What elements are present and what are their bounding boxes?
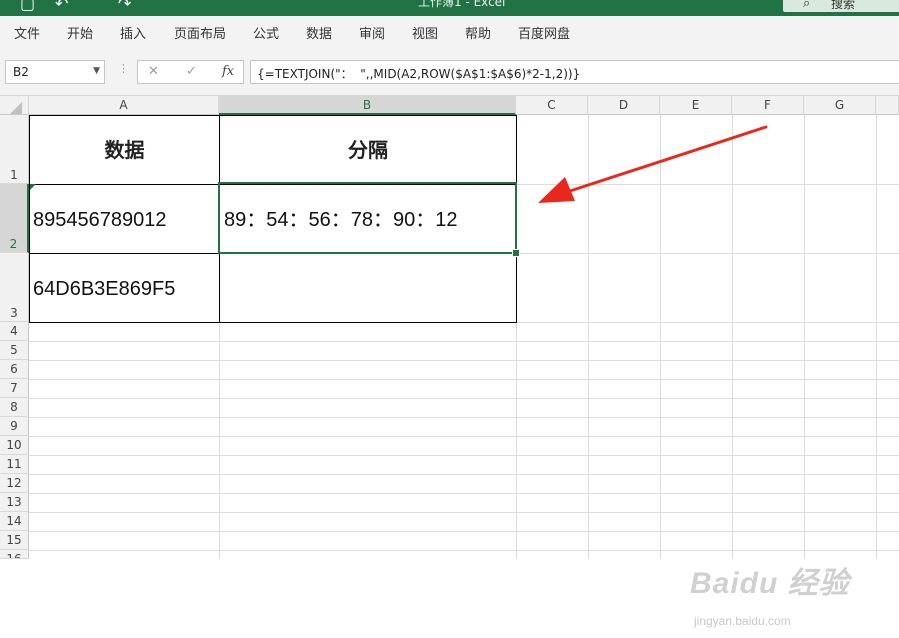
formula-buttons: ✕ ✓ fx [137, 60, 244, 84]
row-header-5[interactable]: 5 [0, 341, 29, 360]
row-header-12[interactable]: 12 [0, 474, 29, 493]
tab-page-layout[interactable]: 页面布局 [174, 23, 226, 42]
gridline [29, 398, 899, 399]
row-number: 3 [10, 306, 18, 320]
name-box[interactable]: B2 ▼ [5, 60, 105, 84]
tab-help[interactable]: 帮助 [465, 23, 491, 42]
formula-bar-row: B2 ▼ ⋮ ✕ ✓ fx {=TEXTJOIN("： ",,MID(A2,RO… [0, 48, 899, 96]
watermark-logo: Baidu 经验 [690, 567, 850, 600]
tab-file[interactable]: 文件 [14, 23, 40, 42]
fill-handle[interactable] [512, 249, 520, 257]
row-header-10[interactable]: 10 [0, 436, 29, 455]
gridline [29, 379, 899, 380]
column-header-d[interactable]: D [588, 96, 660, 115]
gridline [29, 360, 899, 361]
tab-home[interactable]: 开始 [67, 23, 93, 42]
active-cell-selection [218, 182, 517, 254]
row-header-7[interactable]: 7 [0, 379, 29, 398]
window-title: 工作簿1 - Excel [418, 0, 506, 9]
baidu-watermark: Baidu 经验 jingyan.baidu.com [690, 558, 890, 638]
error-indicator-icon [30, 184, 36, 190]
row-header-9[interactable]: 9 [0, 417, 29, 436]
gridline [29, 531, 899, 532]
cell-b1[interactable]: 分隔 [219, 115, 517, 185]
redo-icon[interactable]: ↷ [118, 0, 131, 13]
worksheet-grid[interactable]: A B C D E F G 1 2 3 4 5 6 7 8 9 10 11 12… [0, 96, 899, 628]
row-header-16[interactable]: 16 [0, 550, 29, 559]
column-header-a[interactable]: A [29, 96, 219, 115]
column-header-b[interactable]: B [219, 96, 516, 115]
column-header-g[interactable]: G [804, 96, 876, 115]
cell-a3[interactable]: 64D6B3E869F5 [29, 253, 220, 323]
tab-formulas[interactable]: 公式 [253, 23, 279, 42]
search-box[interactable]: ⌕ 搜索 [783, 0, 899, 12]
tab-view[interactable]: 视图 [412, 23, 438, 42]
cell-a1[interactable]: 数据 [29, 115, 220, 185]
arrow-head [538, 177, 575, 203]
save-icon[interactable]: ▢ [20, 0, 35, 13]
title-bar: ▢ ↶ ↷ 工作簿1 - Excel ⌕ 搜索 [0, 0, 899, 16]
splitter-icon[interactable]: ⋮ [118, 62, 129, 75]
watermark-url: jingyan.baidu.com [694, 614, 791, 628]
cell-a2[interactable]: 895456789012 [29, 184, 220, 254]
formula-text: {=TEXTJOIN("： ",,MID(A2,ROW($A$1:$A$6)*2… [257, 67, 581, 81]
cell-b3[interactable] [219, 253, 517, 323]
row-header-3[interactable]: 3 [0, 253, 29, 322]
row-header-1[interactable]: 1 [0, 115, 29, 184]
row-header-4[interactable]: 4 [0, 322, 29, 341]
search-icon: ⌕ [803, 0, 811, 11]
gridline [29, 512, 899, 513]
column-header-h[interactable] [876, 96, 899, 115]
arrow-shaft [568, 125, 768, 193]
search-label: 搜索 [831, 0, 856, 11]
ribbon-tabs: 文件 开始 插入 页面布局 公式 数据 审阅 视图 帮助 百度网盘 [0, 16, 899, 48]
gridline [29, 436, 899, 437]
gridline [29, 493, 899, 494]
formula-input[interactable]: {=TEXTJOIN("： ",,MID(A2,ROW($A$1:$A$6)*2… [250, 60, 899, 84]
chevron-down-icon[interactable]: ▼ [93, 66, 100, 76]
tab-insert[interactable]: 插入 [120, 23, 146, 42]
insert-function-icon[interactable]: fx [222, 64, 234, 79]
select-all-icon [10, 102, 22, 114]
undo-icon[interactable]: ↶ [55, 0, 68, 13]
enter-icon[interactable]: ✓ [186, 64, 197, 79]
row-number: 1 [10, 168, 18, 182]
row-header-2[interactable]: 2 [0, 184, 29, 253]
gridline [29, 417, 899, 418]
row-header-14[interactable]: 14 [0, 512, 29, 531]
gridline [29, 455, 899, 456]
row-header-6[interactable]: 6 [0, 360, 29, 379]
row-header-8[interactable]: 8 [0, 398, 29, 417]
column-header-f[interactable]: F [732, 96, 804, 115]
row-number: 2 [9, 237, 18, 251]
tab-baidu-netdisk[interactable]: 百度网盘 [518, 23, 570, 42]
gridline [29, 474, 899, 475]
gridline [29, 550, 899, 551]
cancel-icon[interactable]: ✕ [148, 64, 159, 79]
name-box-value: B2 [13, 65, 29, 79]
annotation-arrow-icon [538, 125, 768, 203]
row-header-15[interactable]: 15 [0, 531, 29, 550]
row-header-11[interactable]: 11 [0, 455, 29, 474]
tab-data[interactable]: 数据 [306, 23, 332, 42]
column-header-c[interactable]: C [516, 96, 588, 115]
tab-review[interactable]: 审阅 [359, 23, 385, 42]
select-all-button[interactable] [0, 96, 29, 115]
row-header-13[interactable]: 13 [0, 493, 29, 512]
gridline [29, 341, 899, 342]
column-header-e[interactable]: E [660, 96, 732, 115]
